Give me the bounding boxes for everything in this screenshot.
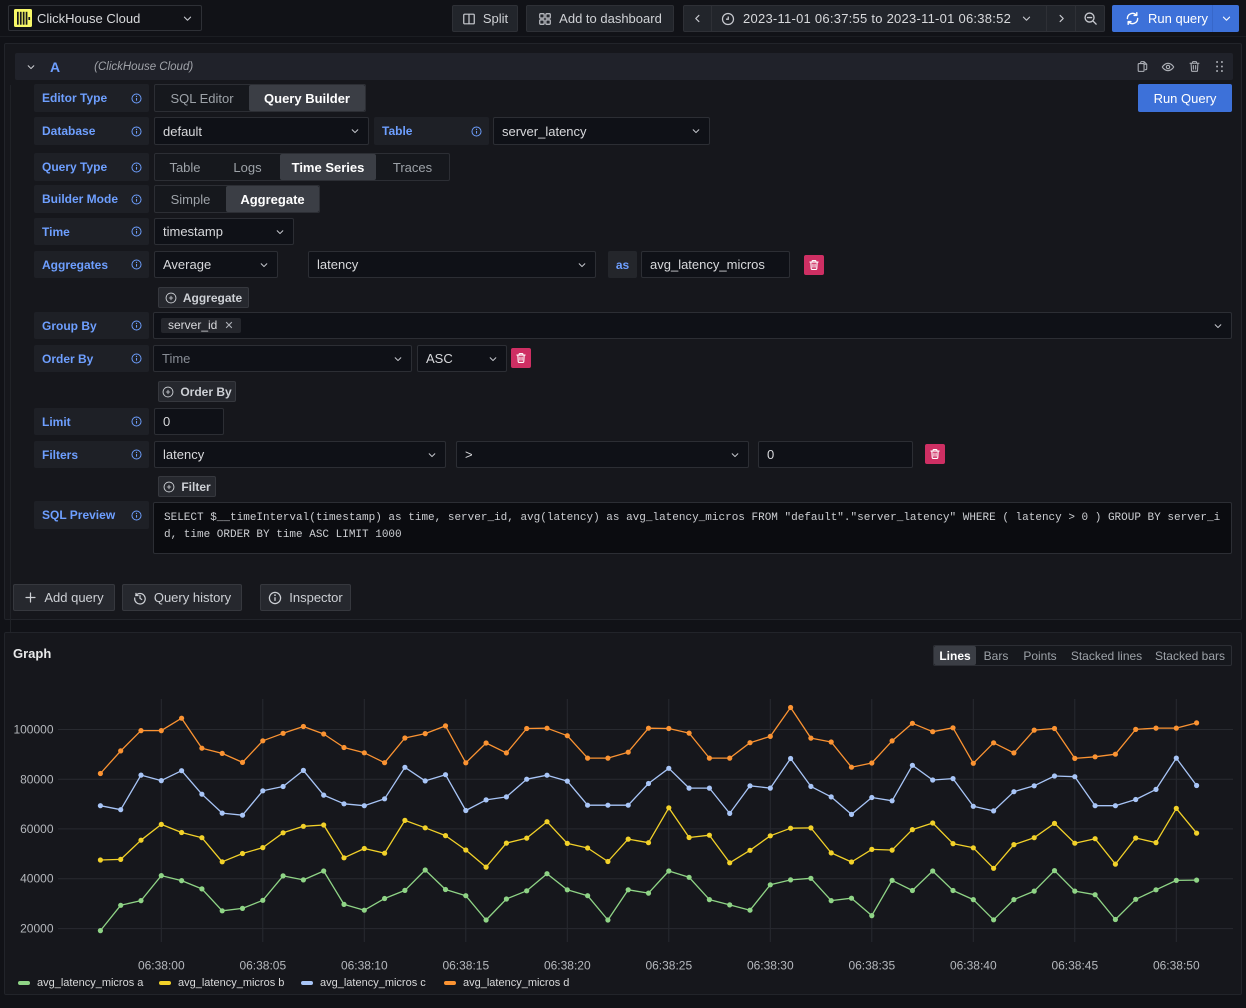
svg-text:06:38:10: 06:38:10 xyxy=(341,959,388,973)
svg-text:06:38:40: 06:38:40 xyxy=(950,959,997,973)
svg-text:20000: 20000 xyxy=(20,922,54,936)
svg-text:40000: 40000 xyxy=(20,872,54,886)
svg-text:06:38:25: 06:38:25 xyxy=(645,959,692,973)
svg-text:80000: 80000 xyxy=(20,772,54,786)
svg-text:06:38:20: 06:38:20 xyxy=(544,959,591,973)
svg-text:06:38:30: 06:38:30 xyxy=(747,959,794,973)
svg-text:06:38:50: 06:38:50 xyxy=(1153,959,1200,973)
svg-text:06:38:05: 06:38:05 xyxy=(239,959,286,973)
svg-text:06:38:00: 06:38:00 xyxy=(138,959,185,973)
svg-text:06:38:15: 06:38:15 xyxy=(442,959,489,973)
svg-text:06:38:45: 06:38:45 xyxy=(1051,959,1098,973)
svg-text:100000: 100000 xyxy=(13,723,53,737)
svg-text:60000: 60000 xyxy=(20,822,54,836)
svg-text:06:38:35: 06:38:35 xyxy=(848,959,895,973)
